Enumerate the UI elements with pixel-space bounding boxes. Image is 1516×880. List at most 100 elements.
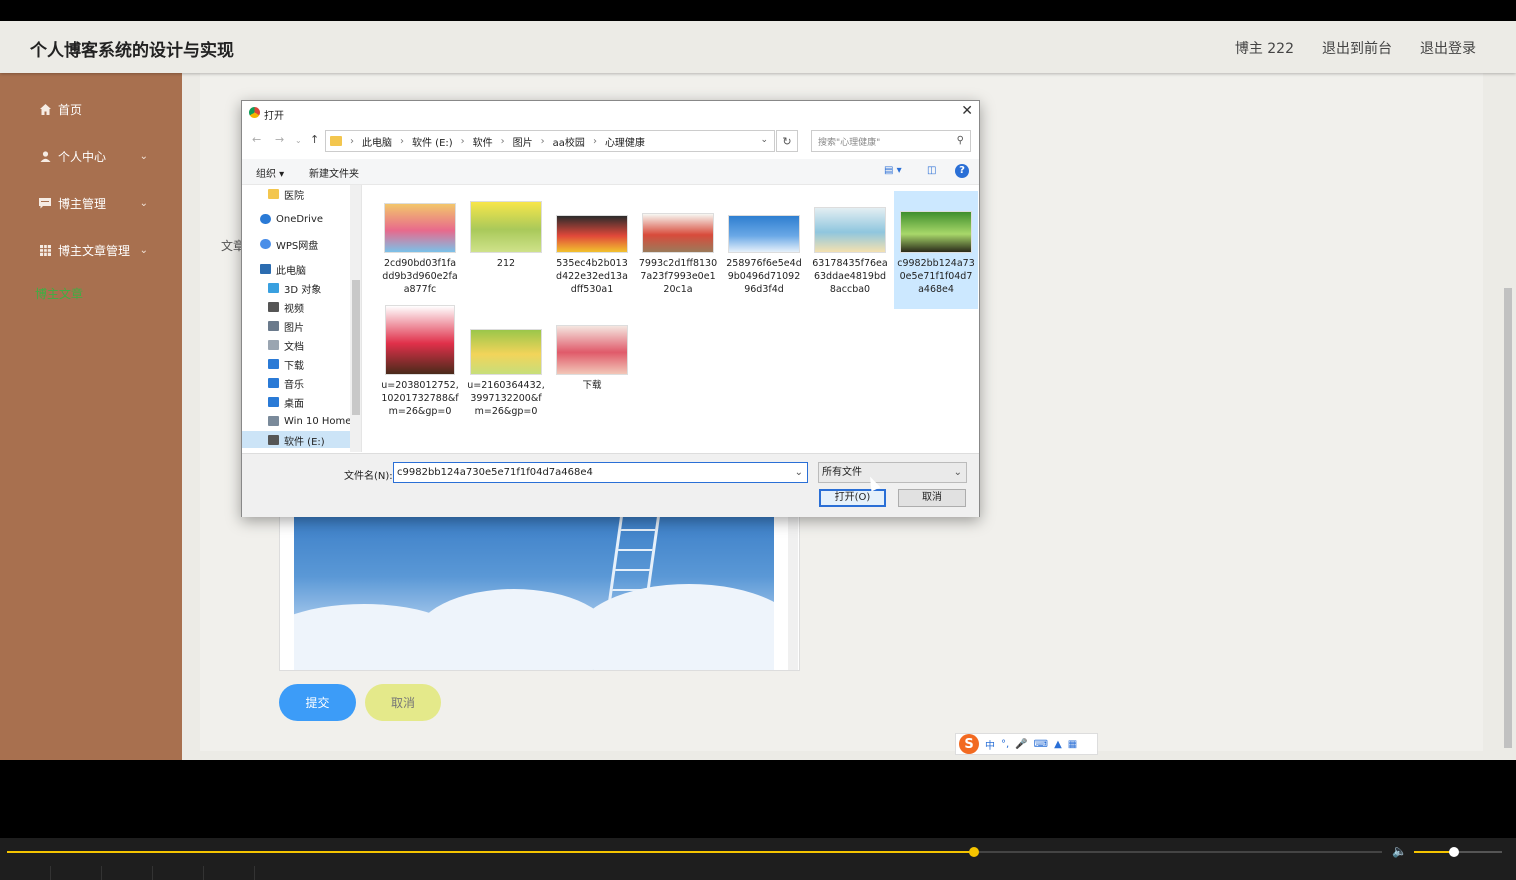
tree-item[interactable]: Win 10 Home (268, 412, 351, 430)
address-dropdown-icon[interactable]: ⌄ (760, 135, 768, 145)
file-item[interactable]: 下载 (550, 313, 634, 431)
sidebar-item-blogger-management[interactable]: 博主管理 ⌄ (38, 195, 158, 212)
organize-menu[interactable]: 组织 ▾ (256, 165, 284, 180)
drive-icon (268, 416, 279, 426)
file-name-line: c9982bb124a73 (897, 258, 975, 269)
file-item[interactable]: 2cd90bd03f1fa dd9b3d960e2fa a877fc (378, 191, 462, 309)
breadcrumb-item[interactable]: 软件 (473, 134, 493, 149)
tree-item-label: 医院 (284, 190, 304, 202)
tree-item-label: 图片 (284, 322, 304, 334)
sidebar-subitem-articles[interactable]: 博主文章 (35, 285, 83, 302)
seek-knob[interactable] (968, 847, 979, 857)
volume-icon[interactable]: 🔈 (1392, 844, 1407, 858)
video-player-bar: 🔈 (0, 838, 1516, 880)
file-item[interactable]: 7993c2d1ff8130 7a23f7993e0e1 20c1a (636, 191, 720, 309)
page-scrollbar[interactable] (1500, 73, 1516, 760)
search-input[interactable]: 搜索"心理健康" ⚲ (811, 130, 971, 152)
shirt-icon[interactable]: ▲ (1054, 739, 1062, 750)
tree-scrollbar[interactable] (350, 185, 361, 452)
up-arrow-icon[interactable]: ↑ (310, 133, 319, 146)
tree-item[interactable]: WPS网盘 (260, 235, 318, 253)
tree-item[interactable]: 软件 (E:) (268, 431, 325, 449)
filetype-select[interactable]: 所有文件 ⌄ (818, 462, 967, 483)
tree-item[interactable]: OneDrive (260, 210, 323, 228)
logout-link[interactable]: 退出登录 (1420, 38, 1476, 58)
refresh-icon[interactable]: ↻ (776, 130, 798, 152)
tree-item[interactable]: 文档 (268, 336, 304, 354)
breadcrumb-item[interactable]: 软件 (E:) (412, 134, 453, 149)
home-icon (38, 103, 52, 117)
sidebar-item-label: 博主文章管理 (58, 244, 131, 258)
tree-item[interactable]: 医院 (268, 185, 304, 203)
ime-punct[interactable]: °, (1001, 739, 1009, 750)
breadcrumb-item[interactable]: 图片 (513, 134, 533, 149)
file-item[interactable]: 258976f6e5e4d 9b0496d71092 96d3f4d (722, 191, 806, 309)
sidebar-item-profile[interactable]: 个人中心 ⌄ (38, 148, 158, 165)
chevron-down-icon: ⌄ (139, 151, 148, 162)
seek-bar[interactable] (7, 847, 1382, 857)
file-thumbnail (642, 213, 714, 253)
keyboard-icon[interactable]: ⌨ (1034, 739, 1048, 750)
microphone-icon[interactable]: 🎤 (1015, 739, 1027, 750)
page-scroll-thumb[interactable] (1504, 288, 1512, 748)
dialog-cancel-button[interactable]: 取消 (898, 489, 966, 507)
file-thumbnail (900, 211, 972, 253)
file-item[interactable]: 63178435f76ea 63ddae4819bd 8accba0 (808, 191, 892, 309)
submit-button[interactable]: 提交 (279, 684, 356, 721)
tree-scroll-thumb[interactable] (352, 280, 360, 415)
file-name-line: 8accba0 (829, 284, 871, 295)
back-arrow-icon[interactable]: ← (252, 133, 261, 146)
volume-fill (1414, 851, 1454, 853)
tree-item[interactable]: 3D 对象 (268, 279, 321, 297)
breadcrumb-item[interactable]: 心理健康 (605, 134, 645, 149)
tree-item[interactable]: 此电脑 (260, 260, 306, 278)
chrome-icon (249, 107, 260, 118)
forward-arrow-icon[interactable]: → (275, 133, 284, 146)
file-item[interactable]: 535ec4b2b013 d422e32ed13a dff530a1 (550, 191, 634, 309)
apps-grid-icon[interactable]: ▦ (1068, 739, 1077, 750)
player-segment (101, 866, 102, 880)
file-name-line: 3997132200&f (470, 393, 542, 404)
sidebar-item-label: 首页 (58, 103, 83, 117)
volume-slider[interactable] (1414, 847, 1502, 857)
top-header: 个人博客系统的设计与实现 博主 222 退出到前台 退出登录 (0, 21, 1516, 73)
volume-knob[interactable] (1448, 847, 1459, 857)
recent-chevron-icon[interactable]: ⌄ (295, 136, 302, 145)
back-to-frontend-link[interactable]: 退出到前台 (1322, 38, 1392, 58)
ime-toolbar[interactable]: S 中 °, 🎤 ⌨ ▲ ▦ (955, 733, 1098, 755)
file-item[interactable]: 212 (464, 191, 548, 309)
new-folder-button[interactable]: 新建文件夹 (309, 165, 359, 180)
tree-item[interactable]: 图片 (268, 317, 304, 335)
file-item[interactable]: u=2160364432, 3997132200&f m=26&gp=0 (464, 313, 548, 431)
tree-item[interactable]: 桌面 (268, 393, 304, 411)
chevron-down-icon[interactable]: ⌄ (795, 463, 803, 482)
close-icon[interactable]: ✕ (961, 103, 973, 119)
file-item[interactable]: c9982bb124a73 0e5e71f1f04d7 a468e4 (894, 191, 978, 309)
breadcrumb-item[interactable]: 此电脑 (362, 134, 392, 149)
file-open-dialog: 打开 ✕ ← → ⌄ ↑ › 此电脑 › 软件 (E:) › 软件 › 图片 ›… (241, 100, 980, 517)
sidebar-item-home[interactable]: 首页 (38, 101, 158, 118)
tree-item[interactable]: 下载 (268, 355, 304, 373)
open-button[interactable]: 打开(O) (819, 489, 886, 507)
filename-input[interactable]: c9982bb124a730e5e71f1f04d7a468e4 ⌄ (393, 462, 808, 483)
ime-mode[interactable]: 中 (985, 737, 995, 752)
cancel-button[interactable]: 取消 (365, 684, 441, 721)
preview-scrollbar[interactable] (788, 514, 798, 670)
view-options-icon[interactable]: ▤ ▾ (884, 165, 902, 176)
download-icon (268, 359, 279, 369)
file-name-line: 63178435f76ea (812, 258, 888, 269)
sidebar-item-article-management[interactable]: 博主文章管理 ⌄ (38, 242, 158, 259)
file-item[interactable]: u=2038012752, 10201732788&f m=26&gp=0 (378, 305, 462, 431)
tree-item[interactable]: 音乐 (268, 374, 304, 392)
file-grid: 2cd90bd03f1fa dd9b3d960e2fa a877fc 212 535ec… (363, 185, 979, 452)
breadcrumb-item[interactable]: aa校园 (553, 134, 585, 149)
desktop-icon (268, 397, 279, 407)
preview-pane-icon[interactable]: ◫ (927, 165, 936, 176)
tree-item[interactable]: 视频 (268, 298, 304, 316)
file-name-line: 96d3f4d (744, 284, 784, 295)
tree-item-label: OneDrive (276, 213, 324, 225)
address-bar[interactable]: › 此电脑 › 软件 (E:) › 软件 › 图片 › aa校园 › 心理健康 … (325, 130, 775, 152)
current-user-link[interactable]: 博主 222 (1235, 38, 1294, 58)
file-name-line: 7993c2d1ff8130 (638, 258, 718, 269)
help-icon[interactable]: ? (955, 164, 969, 178)
